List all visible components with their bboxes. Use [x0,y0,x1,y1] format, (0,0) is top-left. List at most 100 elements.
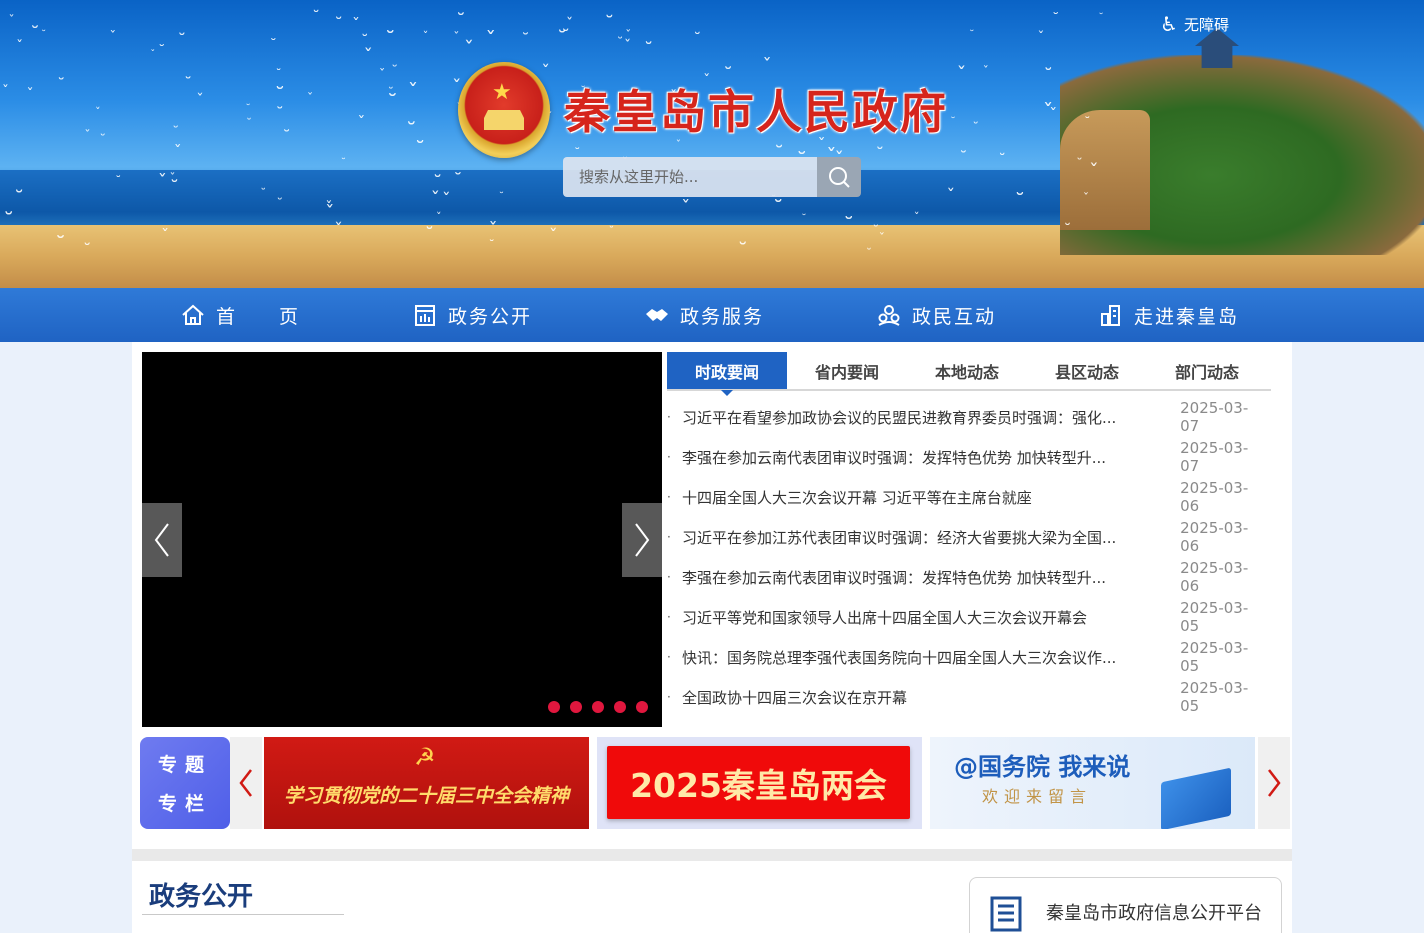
seagull-icon: ˘ [693,29,702,48]
seagull-icon: ˘ [360,32,369,51]
news-title[interactable]: 习近平在看望参加政协会议的民盟民进教育界委员时强调：强化... [682,407,1158,428]
special-prev-button[interactable] [230,737,262,829]
special-card-text: 学习贯彻党的二十届三中全会精神 [283,785,569,807]
search-input[interactable] [563,157,817,197]
news-title[interactable]: 全国政协十四届三次会议在京开幕 [682,687,1158,708]
news-title[interactable]: 习近平在参加江苏代表团审议时强调：经济大省要挑大梁为全国... [682,527,1158,548]
seagull-icon: ˘ [1098,12,1104,25]
news-title[interactable]: 李强在参加云南代表团审议时强调：发挥特色优势 加快转型升... [682,447,1158,468]
seagull-icon: ˘ [843,214,855,239]
seagull-icon: ˇ [8,13,15,28]
seagull-icon: ˘ [950,114,956,128]
news-date: 2025-03-06 [1180,519,1249,555]
seagull-icon: ˘ [385,27,396,53]
news-item[interactable]: · 习近平等党和国家领导人出席十四届全国人大三次会议开幕会 2025-03-05 [667,597,1267,637]
nav-item-gov-service[interactable]: 政务服务 [644,288,764,342]
nav-item-about-city[interactable]: 走进秦皇岛 [1098,288,1239,342]
seagull-icon: ˘ [391,63,398,80]
carousel-prev-button[interactable] [142,503,182,577]
wheelchair-icon: ♿ [1160,12,1178,36]
news-item[interactable]: · 习近平在看望参加政协会议的民盟民进教育界委员时强调：强化... 2025-03-… [667,397,1267,437]
carousel-dot[interactable] [636,701,648,713]
seagull-icon: ˘ [561,26,570,47]
search-button[interactable] [817,157,861,197]
seagull-icon: ˘ [41,28,47,41]
carousel-dot[interactable] [614,701,626,713]
seagull-icon: ˘ [608,225,615,239]
carousel-dot[interactable] [592,701,604,713]
news-item[interactable]: · 李强在参加云南代表团审议时强调：发挥特色优势 加快转型升... 2025-03-… [667,557,1267,597]
chevron-right-icon [1268,769,1281,797]
special-card-two-sessions[interactable]: 2025秦皇岛两会 [597,737,922,829]
building-chart-icon [415,305,435,326]
seagull-icon: ˘ [30,22,40,45]
tab-province-news[interactable]: 省内要闻 [787,352,907,389]
seagull-icon: ˘ [269,37,277,54]
bullet-icon: · [667,450,671,464]
carousel-dot[interactable] [548,701,560,713]
seagull-icon: ˇ [16,39,24,56]
seagull-icon: ˇ [1049,104,1058,124]
news-item[interactable]: · 快讯：国务院总理李强代表国务院向十四届全国人大三次会议作... 2025-03-… [667,637,1267,677]
seagull-icon: ˇ [357,113,366,133]
seagull-icon: ˇ [878,231,885,247]
bullet-icon: · [667,690,671,704]
chevron-right-icon [635,523,650,557]
nav-item-label: 走进秦皇岛 [1134,305,1240,328]
seagull-icon: ˘ [1076,157,1083,173]
seagull-icon: ˘ [643,39,654,61]
news-title[interactable]: 习近平等党和国家领导人出席十四届全国人大三次会议开幕会 [682,607,1158,628]
seagull-icon: ˇ [407,79,419,105]
seagull-icon: ˇ [1037,30,1045,47]
seagull-icon: ˇ [333,219,343,241]
news-title[interactable]: 快讯：国务院总理李强代表国务院向十四届全国人大三次会议作... [682,647,1158,668]
nav-item-label: 政务服务 [680,305,765,328]
tab-county-news[interactable]: 县区动态 [1027,352,1147,389]
seagull-icon: ˘ [998,151,1006,169]
seagull-icon: ˘ [866,245,872,260]
national-emblem-logo: ★ [458,62,550,158]
seagull-icon: ˘ [875,145,885,166]
seagull-icon: ˇ [351,14,360,34]
accessibility-link[interactable]: ♿ 无障碍 [1160,12,1229,36]
seagull-icon: ˇ [441,190,451,212]
news-title[interactable]: 十四届全国人大三次会议开幕 习近平等在主席台就座 [682,487,1158,508]
seagull-icon: ˘ [488,238,495,253]
news-item[interactable]: · 十四届全国人大三次会议开幕 习近平等在主席台就座 2025-03-06 [667,477,1267,517]
seagull-icon: ˇ [1082,190,1090,206]
nav-item-gov-affairs[interactable]: 政务公开 [412,288,532,342]
section-title: 政务公开 [149,882,254,912]
news-item[interactable]: · 全国政协十四届三次会议在京开幕 2025-03-05 [667,677,1267,717]
tab-local-news[interactable]: 本地动态 [907,352,1027,389]
news-item[interactable]: · 李强在参加云南代表团审议时强调：发挥特色优势 加快转型升... 2025-03-… [667,437,1267,477]
home-icon [182,304,204,325]
carousel-dots [548,701,648,713]
special-column-badge: 专题 专栏 [140,737,230,829]
special-card-state-council[interactable]: @国务院 我来说 欢迎来留言 [930,737,1255,829]
seagull-icon: ˘ [57,75,66,95]
info-disclosure-platform-link[interactable]: 秦皇岛市政府信息公开平台 [969,877,1282,933]
seagull-icon: ˇ [306,90,314,106]
seagull-icon: ˘ [184,74,193,94]
nav-item-home[interactable]: 首 页 [180,288,300,342]
special-next-button[interactable] [1258,737,1290,829]
news-date: 2025-03-05 [1180,679,1249,715]
tab-current-affairs[interactable]: 时政要闻 [667,352,787,396]
nav-item-interaction[interactable]: 政民互动 [876,288,996,342]
news-title[interactable]: 李强在参加云南代表团审议时强调：发挥特色优势 加快转型升... [682,567,1158,588]
carousel-next-button[interactable] [622,503,662,577]
special-card-plenary[interactable]: ☭ 学习贯彻党的二十届三中全会精神 [264,737,589,829]
seagull-icon: ˇ [548,225,558,247]
special-card-subtitle: 欢迎来留言 [982,787,1093,806]
seagull-icon: ˘ [340,155,347,169]
seagull-icon: ˇ [453,28,460,44]
seagull-icon: ˘ [260,186,267,201]
news-item[interactable]: · 习近平在参加江苏代表团审议时强调：经济大省要挑大梁为全国... 2025-03-… [667,517,1267,557]
tab-department-news[interactable]: 部门动态 [1147,352,1267,389]
seagull-icon: ˘ [158,43,166,60]
section-underline [142,914,344,915]
banner-rock [1060,110,1150,230]
carousel-dot[interactable] [570,701,582,713]
seagull-icon: ˘ [246,117,252,131]
news-date: 2025-03-05 [1180,599,1249,635]
